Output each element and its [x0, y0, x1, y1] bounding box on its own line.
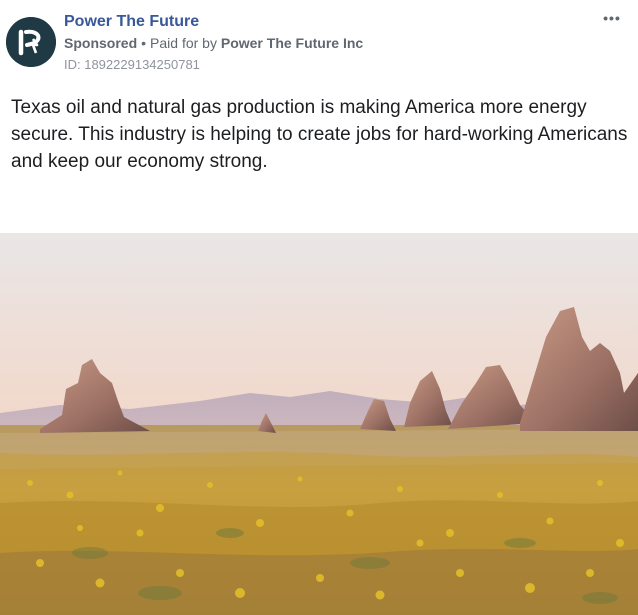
more-options-icon: •••	[603, 10, 621, 26]
paid-for-by-name[interactable]: Power The Future Inc	[221, 35, 363, 51]
post-body-text: Texas oil and natural gas production is …	[11, 97, 628, 172]
post-image[interactable]	[0, 233, 638, 615]
ad-id: ID: 1892229134250781	[64, 57, 200, 72]
ad-post: Power The Future Sponsored • Paid for by P…	[0, 0, 638, 615]
post-header: Power The Future Sponsored • Paid for by P…	[0, 0, 638, 80]
sponsored-meta: Sponsored • Paid for by Power The Future I…	[64, 35, 363, 51]
paid-for-prefix: Paid for by	[150, 35, 217, 51]
page-name-link[interactable]: Power The Future	[64, 13, 199, 31]
meta-separator: •	[141, 35, 147, 51]
power-the-future-logo-icon	[6, 17, 56, 67]
more-options-button[interactable]: •••	[600, 10, 624, 30]
sponsored-label[interactable]: Sponsored	[64, 35, 137, 51]
page-avatar[interactable]	[6, 17, 56, 67]
desert-landscape-photo	[0, 233, 638, 615]
